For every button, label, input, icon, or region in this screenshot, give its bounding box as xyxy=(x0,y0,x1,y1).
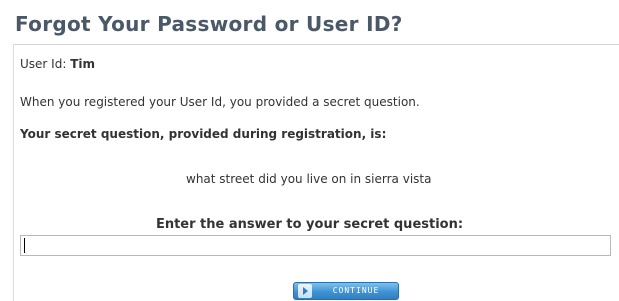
user-id-value: Tim xyxy=(70,57,96,71)
secret-question-text: what street did you live on in sierra vi… xyxy=(186,172,432,186)
continue-button[interactable]: CONTINUE xyxy=(293,282,399,300)
page-title: Forgot Your Password or User ID? xyxy=(15,12,403,36)
continue-button-label: CONTINUE xyxy=(332,286,380,295)
arrow-right-icon xyxy=(298,284,312,298)
answer-label: Enter the answer to your secret question… xyxy=(155,217,464,232)
secret-answer-input[interactable] xyxy=(20,235,611,256)
text-caret xyxy=(24,238,25,253)
content-left-border xyxy=(13,44,14,301)
title-divider xyxy=(13,44,619,45)
user-id-label: User Id: xyxy=(20,57,67,71)
user-id-row: User Id: Tim xyxy=(20,57,95,71)
registration-info-text: When you registered your User Id, you pr… xyxy=(20,95,420,109)
forgot-password-page: Forgot Your Password or User ID? User Id… xyxy=(0,0,619,301)
secret-question-label: Your secret question, provided during re… xyxy=(20,127,387,141)
